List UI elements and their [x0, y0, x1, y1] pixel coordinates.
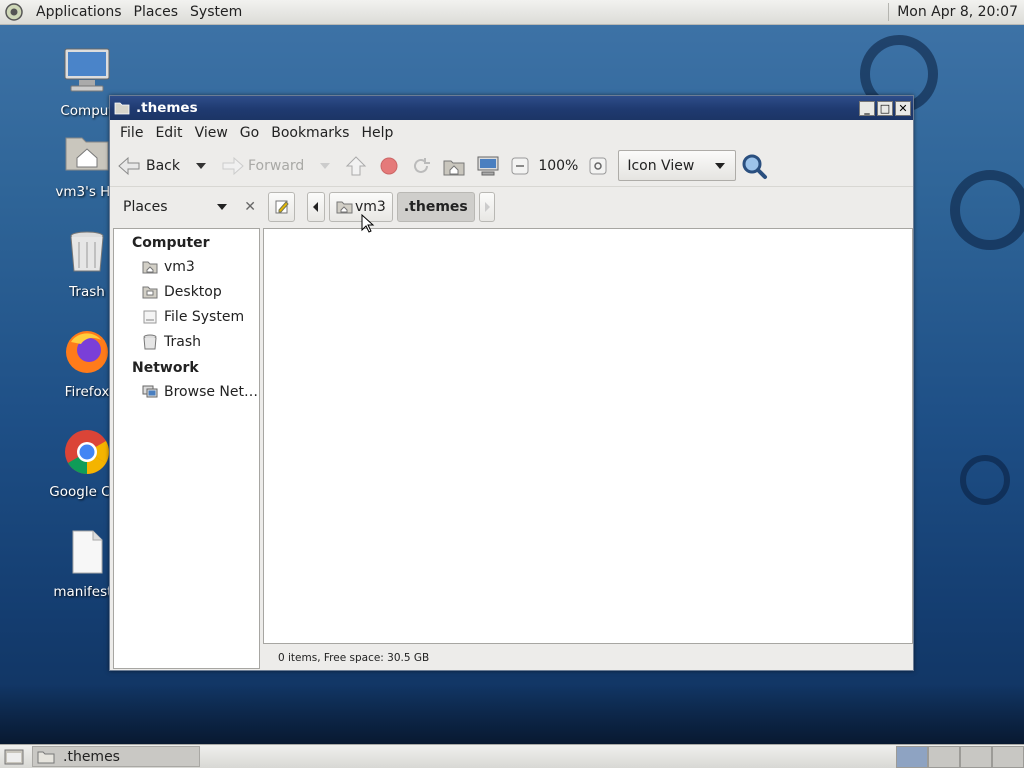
menu-file[interactable]: File	[114, 125, 149, 141]
arrow-right-icon	[222, 156, 244, 175]
status-bar: 0 items, Free space: 30.5 GB	[278, 652, 430, 664]
sidebar-item-label: Browse Net…	[164, 383, 259, 400]
menu-view[interactable]: View	[189, 125, 234, 141]
sidebar-item-label: vm3	[164, 258, 195, 275]
toolbar: Back Forward 100% Icon View	[110, 145, 913, 187]
breadcrumb-label: vm3	[355, 199, 386, 215]
menubar: File Edit View Go Bookmarks Help	[110, 120, 913, 145]
workspace-switcher	[896, 746, 1024, 768]
show-desktop-icon[interactable]	[4, 748, 24, 766]
zoom-in-icon[interactable]	[588, 156, 608, 176]
chevron-left-icon	[313, 202, 318, 212]
network-icon	[142, 385, 158, 397]
document-icon	[72, 530, 103, 574]
places-label: Places	[123, 199, 168, 215]
window-titlebar[interactable]: .themes _ □ ✕	[110, 96, 913, 120]
folder-icon	[37, 751, 55, 763]
view-mode-select[interactable]: Icon View	[618, 150, 737, 181]
sidebar-item-vm3[interactable]: vm3	[114, 254, 259, 279]
folder-icon	[114, 102, 130, 115]
zoom-level: 100%	[538, 157, 579, 174]
taskbar-item-label: .themes	[63, 748, 120, 765]
applications-menu[interactable]: Applications	[30, 4, 128, 20]
location-row: Places ✕ vm3 .themes	[110, 187, 913, 227]
computer-icon[interactable]	[476, 155, 500, 177]
sidebar-item-label: Trash	[164, 333, 201, 350]
chevron-down-icon	[217, 204, 228, 210]
view-mode-label: Icon View	[627, 157, 695, 174]
zoom-out-icon[interactable]	[510, 156, 530, 176]
workspace-1[interactable]	[896, 746, 928, 768]
sidebar-item-browse-network[interactable]: Browse Net…	[114, 379, 259, 404]
breadcrumb-scroll-left[interactable]	[307, 192, 325, 222]
edit-icon	[275, 200, 289, 214]
desktop-wallpaper-swirl	[960, 455, 1010, 505]
reload-icon[interactable]	[410, 155, 432, 177]
up-arrow-icon[interactable]	[344, 155, 368, 177]
arrow-left-icon	[118, 156, 140, 175]
firefox-icon	[66, 331, 108, 373]
sidebar-item-label: File System	[164, 308, 245, 325]
sidebar-item-file-system[interactable]: File System	[114, 304, 259, 329]
places-selector[interactable]: Places ✕	[110, 199, 260, 215]
minimize-button[interactable]: _	[859, 100, 875, 116]
taskbar-item-themes[interactable]: .themes	[32, 746, 200, 767]
back-button[interactable]: Back	[116, 155, 210, 177]
workspace-2[interactable]	[928, 746, 960, 768]
sidebar-item-desktop[interactable]: Desktop	[114, 279, 259, 304]
chrome-icon	[65, 430, 109, 474]
menu-edit[interactable]: Edit	[149, 125, 188, 141]
breadcrumb-label: .themes	[403, 199, 468, 215]
top-panel: Applications Places System Mon Apr 8, 20…	[0, 0, 1024, 25]
workspace-3[interactable]	[960, 746, 992, 768]
edit-location-button[interactable]	[268, 192, 295, 222]
search-icon[interactable]	[740, 152, 768, 180]
back-label: Back	[146, 157, 180, 174]
system-menu[interactable]: System	[184, 4, 248, 20]
desktop-wallpaper-swirl	[950, 170, 1024, 250]
places-sidebar: Computer vm3 Desktop File System Trash N…	[113, 228, 260, 669]
stop-icon[interactable]	[378, 155, 400, 177]
workspace-4[interactable]	[992, 746, 1024, 768]
chevron-right-icon	[484, 202, 490, 212]
trash-icon	[143, 334, 157, 349]
mouse-cursor-icon	[361, 214, 375, 233]
home-folder-icon	[336, 201, 353, 214]
breadcrumb-scroll-right[interactable]	[478, 192, 495, 222]
computer-icon	[64, 48, 110, 92]
places-menu[interactable]: Places	[128, 4, 185, 20]
clock[interactable]: Mon Apr 8, 20:07	[897, 4, 1024, 20]
sidebar-item-label: Desktop	[164, 283, 222, 300]
file-view-pane[interactable]	[263, 228, 913, 644]
close-button[interactable]: ✕	[895, 100, 911, 116]
desktop-folder-icon	[142, 286, 158, 298]
maximize-button[interactable]: □	[877, 100, 893, 116]
home-folder-icon	[142, 261, 158, 273]
menu-help[interactable]: Help	[355, 125, 399, 141]
menu-bookmarks[interactable]: Bookmarks	[265, 125, 355, 141]
chevron-down-icon	[715, 162, 726, 169]
breadcrumb-themes[interactable]: .themes	[396, 192, 475, 222]
home-folder-icon	[65, 137, 109, 171]
file-manager-window: .themes _ □ ✕ File Edit View Go Bookmark…	[109, 95, 914, 671]
chevron-down-icon[interactable]	[316, 161, 334, 171]
trash-icon	[70, 231, 104, 272]
menu-go[interactable]: Go	[234, 125, 265, 141]
bottom-panel: .themes	[0, 744, 1024, 768]
gnome-foot-icon[interactable]	[4, 2, 24, 22]
computer-heading: Computer	[132, 235, 210, 251]
filesystem-icon	[143, 310, 157, 323]
forward-button[interactable]: Forward	[220, 155, 334, 177]
chevron-down-icon[interactable]	[192, 161, 210, 171]
close-sidebar-icon[interactable]: ✕	[244, 199, 256, 215]
home-icon[interactable]	[442, 155, 466, 177]
network-heading: Network	[132, 360, 199, 376]
desktop-wallpaper-grass	[0, 684, 1024, 744]
forward-label: Forward	[248, 157, 305, 174]
window-title: .themes	[136, 100, 198, 116]
sidebar-item-trash[interactable]: Trash	[114, 329, 259, 354]
